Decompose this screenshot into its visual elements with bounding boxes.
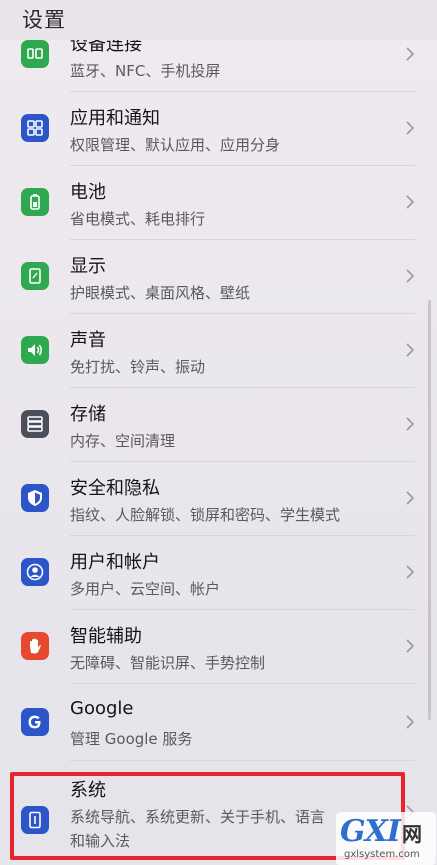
- item-subtitle: 护眼模式、桌面风格、壁纸: [70, 284, 251, 302]
- item-title: 电池: [70, 182, 106, 203]
- divider: [70, 760, 415, 761]
- item-title: Google: [70, 698, 134, 719]
- item-subtitle: 指纹、人脸解锁、锁屏和密码、学生模式: [70, 506, 341, 524]
- top-app-bar: 设置: [0, 0, 437, 40]
- item-title: 存储: [70, 404, 106, 425]
- storage-icon: [21, 410, 49, 438]
- google-icon: [21, 708, 49, 736]
- watermark-logo: GXI 网 gxlsystem.com: [336, 812, 436, 865]
- chevron-right-icon: [406, 639, 415, 653]
- security-icon: [21, 484, 49, 512]
- display-icon: [21, 262, 49, 290]
- settings-item-users[interactable]: 用户和帐户 多用户、云空间、帐户: [0, 536, 437, 610]
- chevron-right-icon: [406, 195, 415, 209]
- chevron-right-icon: [406, 269, 415, 283]
- settings-item-security[interactable]: 安全和隐私 指纹、人脸解锁、锁屏和密码、学生模式: [0, 462, 437, 536]
- item-subtitle: 权限管理、默认应用、应用分身: [70, 136, 281, 154]
- item-title: 智能辅助: [70, 626, 142, 647]
- divider: [70, 683, 415, 684]
- scrollbar[interactable]: [428, 300, 431, 720]
- settings-item-display[interactable]: 显示 护眼模式、桌面风格、壁纸: [0, 240, 437, 314]
- hand-icon: [21, 632, 49, 660]
- sound-icon: [21, 336, 49, 364]
- item-subtitle: 管理 Google 服务: [70, 730, 193, 748]
- page-title: 设置: [22, 8, 66, 32]
- settings-item-smart-assist[interactable]: 智能辅助 无障碍、智能识屏、手势控制: [0, 610, 437, 684]
- device-connection-icon: [21, 40, 49, 68]
- watermark-net-text: 网: [402, 822, 422, 846]
- item-subtitle: 蓝牙、NFC、手机投屏: [70, 62, 221, 80]
- chevron-right-icon: [406, 715, 415, 729]
- user-icon: [21, 558, 49, 586]
- item-title: 用户和帐户: [70, 552, 160, 573]
- settings-screen: 设备连接 蓝牙、NFC、手机投屏 应用和通知 权限管理、默认应用、应用分身 电池…: [0, 0, 437, 865]
- chevron-right-icon: [406, 121, 415, 135]
- settings-item-sound[interactable]: 声音 免打扰、铃声、振动: [0, 314, 437, 388]
- watermark-logo-text: GXI: [340, 814, 401, 849]
- apps-icon: [21, 114, 49, 142]
- settings-item-apps[interactable]: 应用和通知 权限管理、默认应用、应用分身: [0, 92, 437, 166]
- settings-item-battery[interactable]: 电池 省电模式、耗电排行: [0, 166, 437, 240]
- settings-item-storage[interactable]: 存储 内存、空间清理: [0, 388, 437, 462]
- chevron-right-icon: [406, 343, 415, 357]
- item-subtitle: 省电模式、耗电排行: [70, 210, 206, 228]
- item-subtitle: 无障碍、智能识屏、手势控制: [70, 654, 266, 672]
- chevron-right-icon: [406, 491, 415, 505]
- battery-icon: [21, 188, 49, 216]
- item-title: 显示: [70, 256, 106, 277]
- item-title: 声音: [70, 330, 106, 351]
- chevron-right-icon: [406, 47, 415, 61]
- chevron-right-icon: [406, 417, 415, 431]
- settings-list: 设备连接 蓝牙、NFC、手机投屏 应用和通知 权限管理、默认应用、应用分身 电池…: [0, 0, 437, 865]
- watermark-url-text: gxlsystem.com: [344, 849, 420, 860]
- item-subtitle: 多用户、云空间、帐户: [70, 580, 221, 598]
- item-title: 应用和通知: [70, 108, 160, 129]
- item-subtitle: 内存、空间清理: [70, 432, 176, 450]
- item-subtitle: 免打扰、铃声、振动: [70, 358, 206, 376]
- settings-item-google[interactable]: Google 管理 Google 服务: [0, 686, 437, 760]
- item-title: 安全和隐私: [70, 478, 160, 499]
- chevron-right-icon: [406, 565, 415, 579]
